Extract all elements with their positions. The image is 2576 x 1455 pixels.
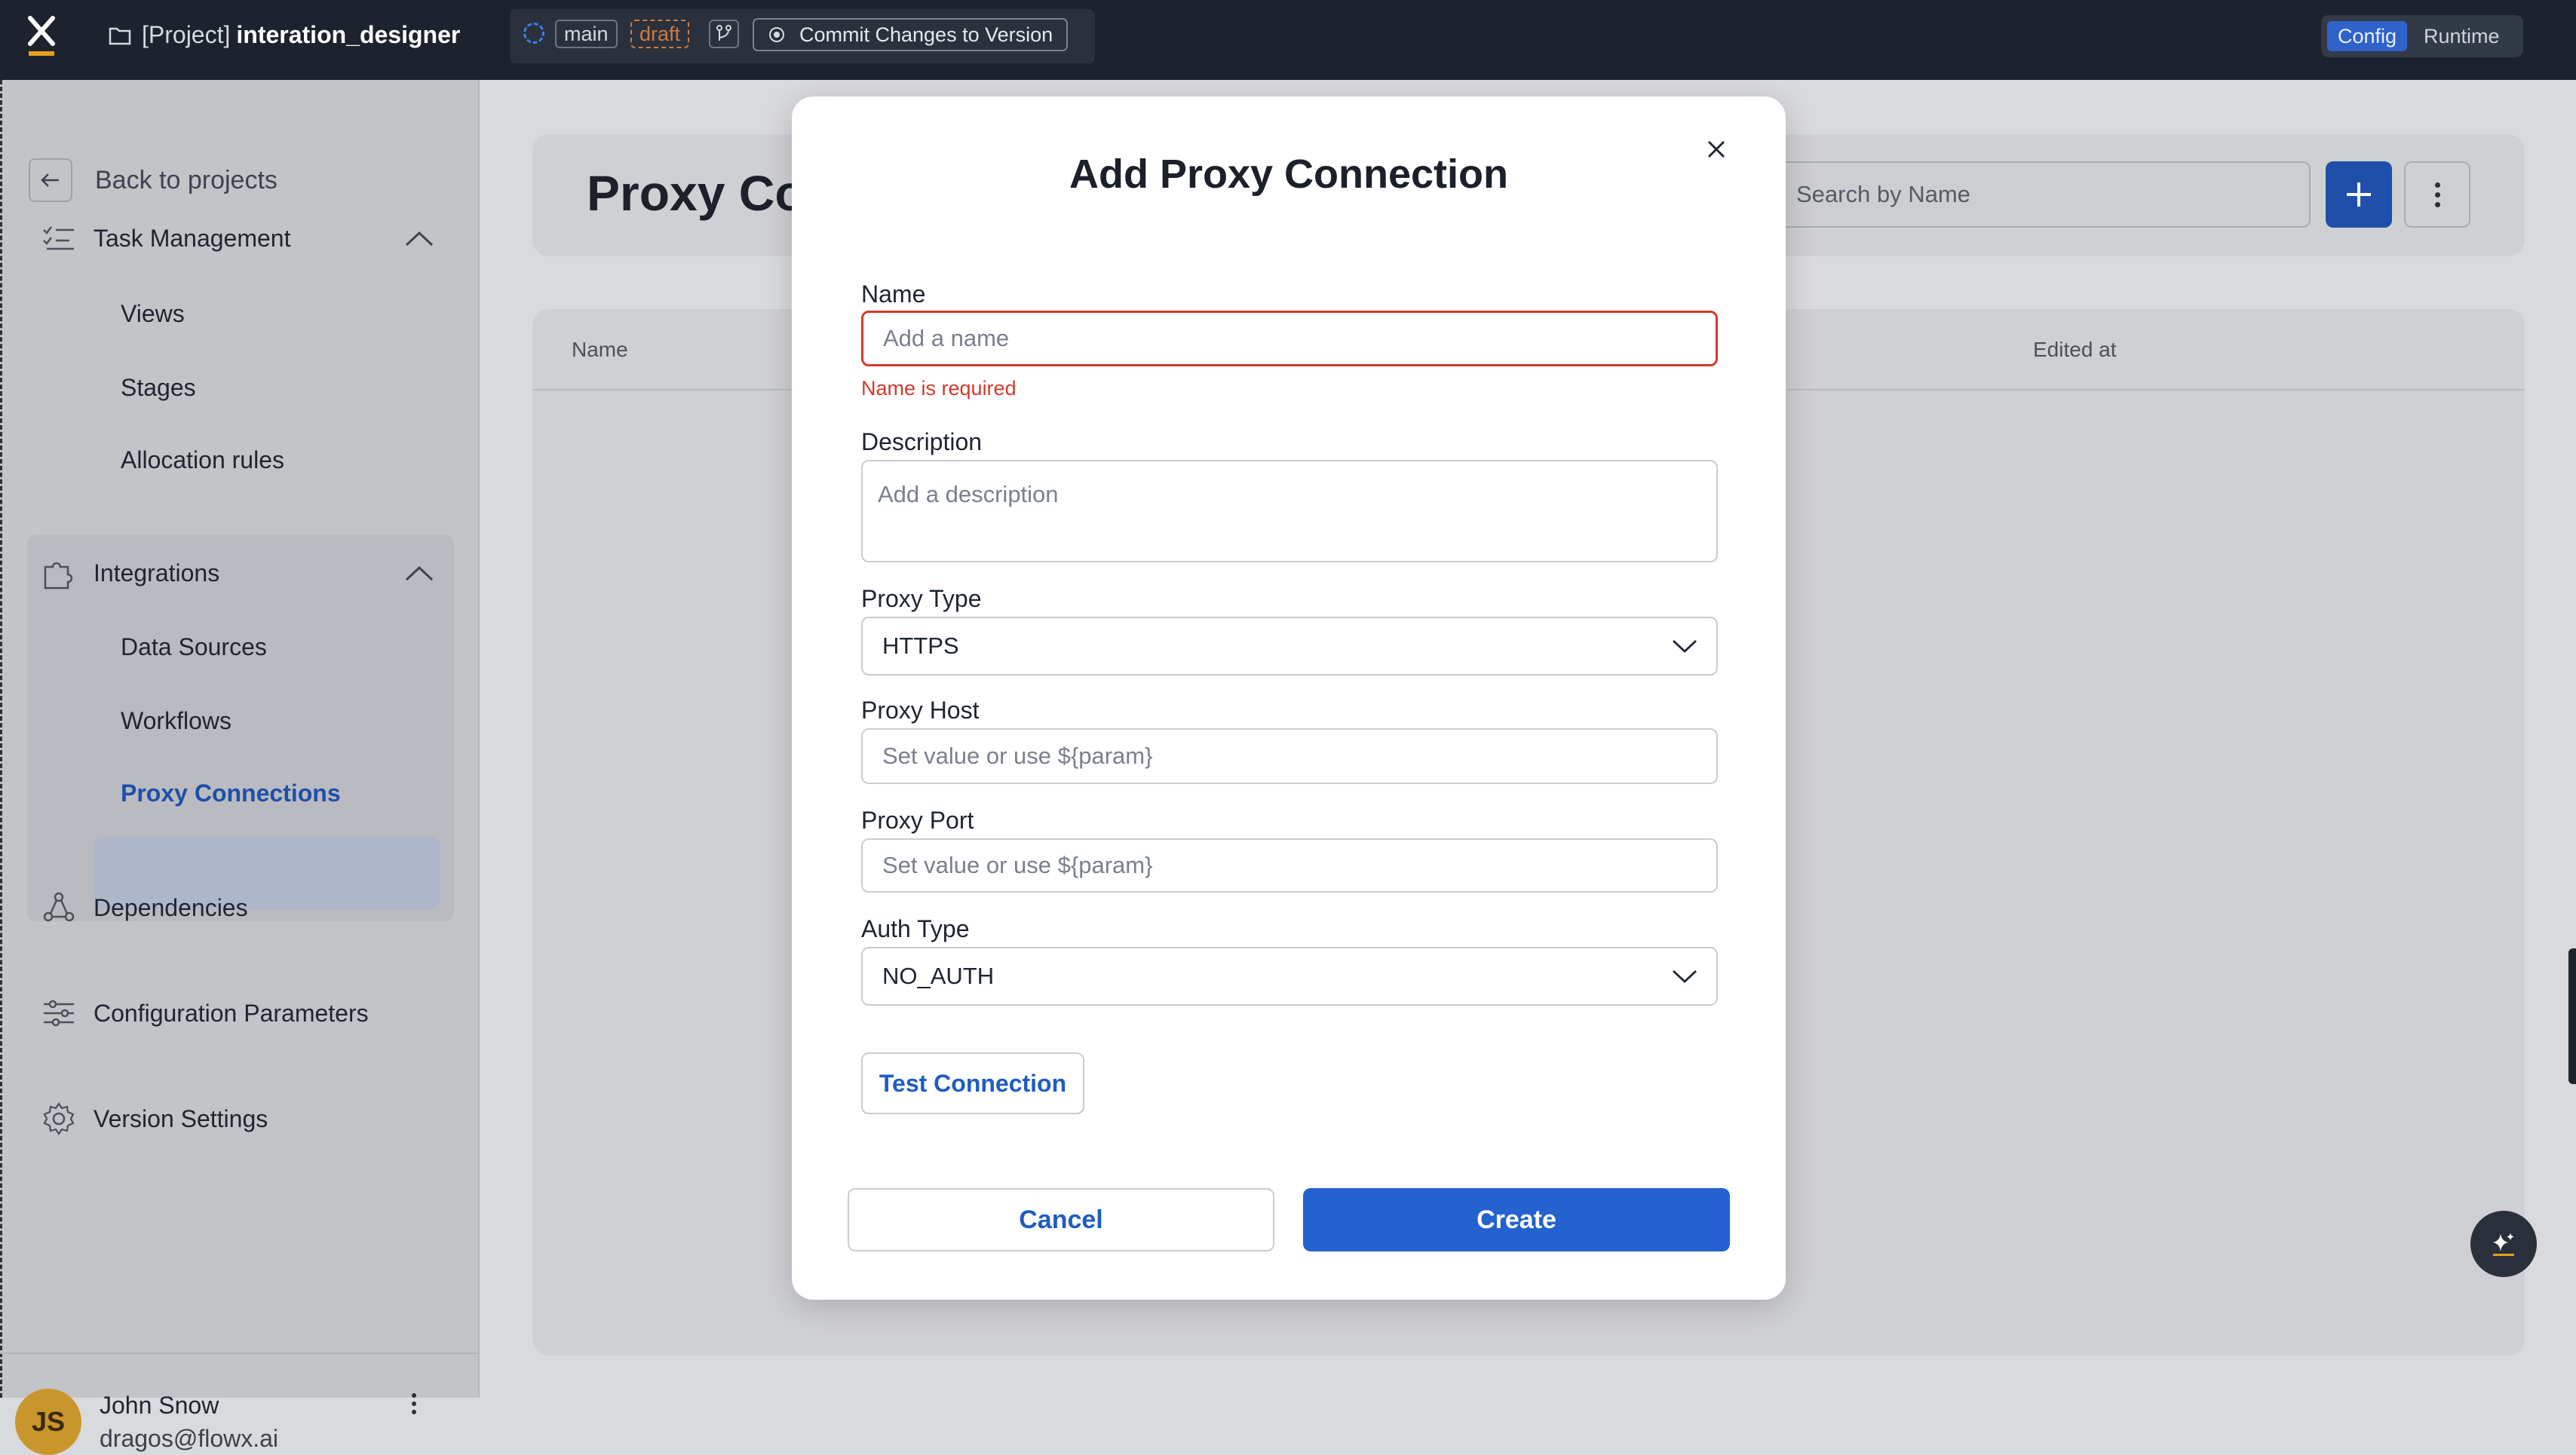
- status-badge: draft: [630, 20, 690, 48]
- more-options-icon[interactable]: [2404, 161, 2470, 228]
- column-header-edited-at[interactable]: Edited at: [2033, 338, 2117, 362]
- sidebar-section-task-management[interactable]: Task Management: [41, 220, 290, 256]
- proxy-host-label: Proxy Host: [861, 697, 980, 724]
- dependencies-icon: [41, 890, 77, 926]
- search-input[interactable]: Search by Name: [1777, 161, 2311, 228]
- close-icon[interactable]: [1701, 134, 1731, 164]
- description-label: Description: [861, 428, 983, 455]
- avatar[interactable]: JS: [15, 1389, 81, 1455]
- branch-badge[interactable]: main: [555, 20, 618, 48]
- proxy-host-field[interactable]: Set value or use ${param}: [861, 728, 1718, 784]
- proxy-port-field[interactable]: Set value or use ${param}: [861, 838, 1718, 893]
- mode-config-tab[interactable]: Config: [2327, 21, 2408, 51]
- task-management-label: Task Management: [94, 224, 291, 252]
- flowx-logo-icon[interactable]: [24, 14, 59, 59]
- add-button[interactable]: [2326, 161, 2392, 228]
- auth-type-label: Auth Type: [861, 915, 970, 942]
- proxy-port-placeholder: Set value or use ${param}: [882, 852, 1153, 878]
- sliders-icon: [41, 995, 77, 1031]
- git-branch-icon: [716, 25, 731, 41]
- name-label: Name: [861, 280, 926, 308]
- proxy-port-label: Proxy Port: [861, 807, 974, 834]
- name-error-message: Name is required: [861, 377, 1017, 400]
- proxy-type-select[interactable]: HTTPS: [861, 617, 1718, 675]
- create-button[interactable]: Create: [1303, 1188, 1730, 1251]
- page-title: Proxy Co: [587, 165, 805, 221]
- sidebar-item-proxy-connections-label: Proxy Connections: [121, 780, 341, 807]
- arrow-left-icon: [41, 173, 59, 187]
- plus-icon: [2347, 182, 2371, 207]
- sidebar-item-allocation-rules[interactable]: Allocation rules: [121, 446, 284, 474]
- user-menu-icon[interactable]: [403, 1389, 425, 1419]
- mode-switch: Config Runtime: [2321, 15, 2523, 57]
- sidebar-item-stages[interactable]: Stages: [121, 374, 196, 402]
- search-placeholder: Search by Name: [1796, 181, 1970, 207]
- user-name: John Snow: [100, 1392, 219, 1419]
- branch-switch-button[interactable]: [709, 20, 739, 48]
- sidebar-item-data-sources[interactable]: Data Sources: [121, 633, 267, 661]
- back-button[interactable]: [29, 158, 72, 202]
- version-settings-label: Version Settings: [94, 1104, 268, 1132]
- dependencies-label: Dependencies: [94, 893, 248, 921]
- test-connection-button[interactable]: Test Connection: [861, 1052, 1084, 1114]
- side-panel-handle[interactable]: [2568, 948, 2576, 1084]
- puzzle-icon: [41, 555, 77, 591]
- sidebar-item-workflows[interactable]: Workflows: [121, 707, 232, 735]
- name-field[interactable]: Add a name: [861, 311, 1718, 366]
- sidebar-item-configuration-parameters[interactable]: Configuration Parameters: [41, 995, 369, 1031]
- cancel-button[interactable]: Cancel: [848, 1188, 1274, 1251]
- name-placeholder: Add a name: [883, 325, 1010, 351]
- chevron-up-icon[interactable]: [403, 556, 436, 590]
- commit-icon: [769, 27, 784, 42]
- task-list-icon: [41, 220, 77, 256]
- auth-type-select[interactable]: NO_AUTH: [861, 947, 1718, 1006]
- auth-type-value: NO_AUTH: [882, 963, 995, 989]
- commit-changes-button[interactable]: Commit Changes to Version: [753, 18, 1069, 51]
- commit-label: Commit Changes to Version: [799, 23, 1053, 46]
- project-name: interation_designer: [236, 21, 461, 48]
- sidebar: Back to projects Task Management Views S…: [0, 80, 480, 1455]
- divider: [0, 1352, 480, 1354]
- gear-icon: [41, 1101, 77, 1137]
- folder-icon: [109, 27, 131, 44]
- proxy-type-label: Proxy Type: [861, 585, 982, 612]
- mode-runtime-tab[interactable]: Runtime: [2413, 21, 2510, 51]
- sync-status-icon: [523, 23, 544, 44]
- top-bar: [Project] interation_designer main draft…: [0, 0, 2576, 80]
- chevron-down-icon: [1673, 969, 1697, 983]
- chevron-up-icon[interactable]: [403, 222, 436, 255]
- sidebar-item-version-settings[interactable]: Version Settings: [41, 1101, 268, 1137]
- chevron-down-icon: [1673, 639, 1697, 653]
- user-email: dragos@flowx.ai: [100, 1425, 279, 1452]
- description-placeholder: Add a description: [878, 481, 1059, 507]
- ai-assistant-button[interactable]: [2470, 1211, 2537, 1277]
- add-proxy-connection-dialog: Add Proxy Connection Name Add a name Nam…: [792, 96, 1786, 1300]
- sidebar-item-dependencies[interactable]: Dependencies: [41, 890, 248, 926]
- proxy-host-placeholder: Set value or use ${param}: [882, 743, 1153, 769]
- sidebar-section-integrations[interactable]: Integrations: [41, 555, 219, 591]
- proxy-type-value: HTTPS: [882, 633, 959, 659]
- back-to-projects-link[interactable]: Back to projects: [95, 166, 278, 195]
- dialog-title: Add Proxy Connection: [1069, 152, 1509, 197]
- description-field[interactable]: Add a description: [861, 460, 1718, 562]
- sparkle-icon: [2493, 1233, 2514, 1256]
- project-breadcrumb[interactable]: [Project] interation_designer: [109, 21, 460, 49]
- configuration-parameters-label: Configuration Parameters: [94, 999, 369, 1027]
- integrations-label: Integrations: [94, 559, 220, 587]
- column-header-name[interactable]: Name: [572, 338, 628, 362]
- project-prefix: [Project]: [142, 21, 231, 48]
- sidebar-item-views[interactable]: Views: [121, 300, 185, 328]
